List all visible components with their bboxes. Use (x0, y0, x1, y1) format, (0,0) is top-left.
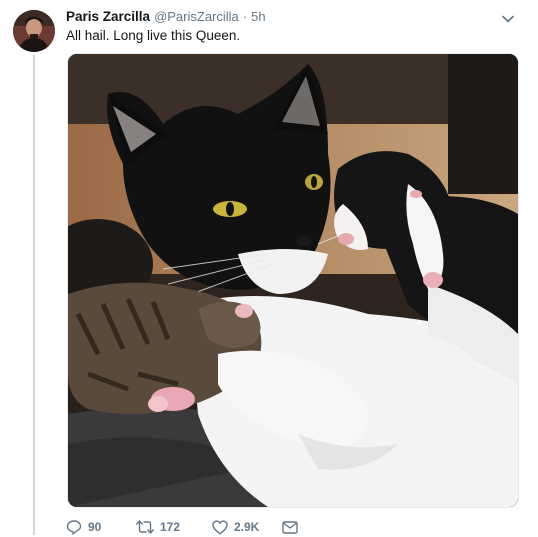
tweet-timestamp[interactable]: 5h (251, 9, 265, 24)
author-name[interactable]: Paris Zarcilla (66, 9, 150, 24)
cat-photo-illustration (68, 54, 518, 507)
envelope-icon (282, 520, 298, 534)
author-handle[interactable]: @ParisZarcilla (154, 9, 239, 24)
tweet-actions: 90 172 2.9K (66, 517, 298, 537)
tweet-menu-button[interactable] (498, 10, 518, 28)
separator-dot: · (242, 9, 248, 24)
reply-count: 90 (88, 520, 102, 534)
tweet-photo[interactable] (67, 53, 519, 508)
retweet-count: 172 (160, 520, 181, 534)
like-button[interactable]: 2.9K (212, 519, 282, 535)
direct-message-button[interactable] (282, 520, 298, 534)
reply-icon (66, 520, 82, 535)
thread-line (33, 55, 35, 535)
avatar[interactable] (13, 10, 55, 52)
like-count: 2.9K (234, 520, 260, 534)
heart-icon (212, 519, 228, 534)
chevron-down-icon (502, 15, 514, 23)
retweet-icon (136, 520, 154, 534)
avatar-image (13, 10, 55, 52)
tweet-text: All hail. Long live this Queen. (66, 28, 241, 43)
reply-button[interactable]: 90 (66, 519, 136, 535)
tweet-header: Paris Zarcilla @ParisZarcilla · 5h (66, 9, 266, 27)
retweet-button[interactable]: 172 (136, 520, 212, 534)
